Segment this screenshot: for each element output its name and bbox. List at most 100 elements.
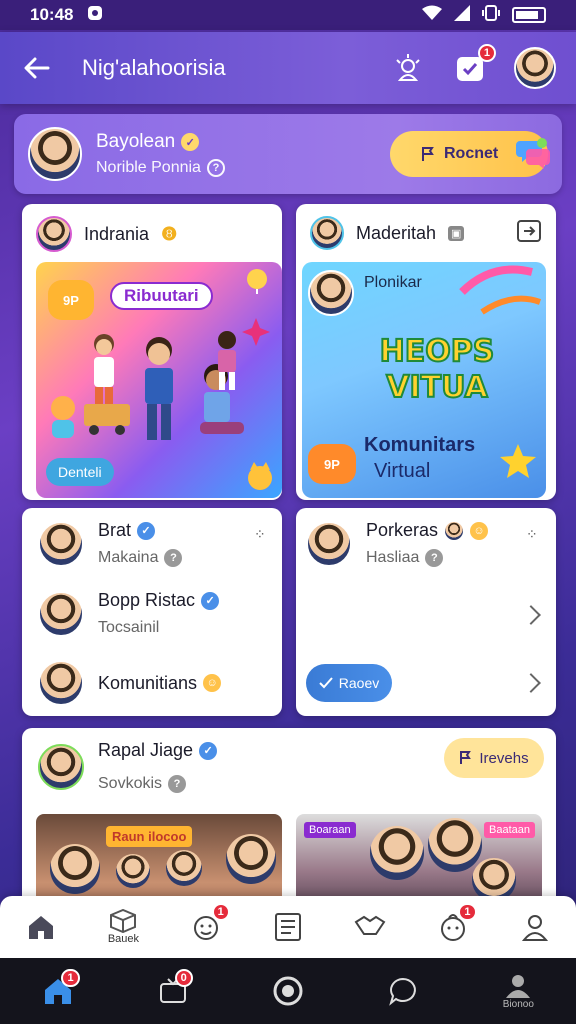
notification-badge: 1 xyxy=(477,44,496,62)
photo-sign: Raun ilocoo xyxy=(106,826,193,847)
lamp-button[interactable] xyxy=(390,50,426,86)
post-sub: Sovkokis xyxy=(98,775,163,792)
app-bar: Nig'alаhoorisia 1 xyxy=(0,32,576,104)
tab-badge: 1 xyxy=(211,903,230,921)
info-icon: ? xyxy=(164,549,183,567)
member-name: Porkeras xyxy=(366,520,439,540)
list-item[interactable]: Komunitians ☺ xyxy=(38,660,222,706)
balloon-icon xyxy=(247,269,267,294)
share-button[interactable] xyxy=(516,219,542,248)
smile-icon: ☺ xyxy=(203,674,222,692)
notification-status-icon xyxy=(87,5,103,26)
status-time: 10:48 xyxy=(30,5,74,24)
child-figure-icon xyxy=(145,337,173,440)
nav-record[interactable] xyxy=(258,963,318,1019)
nav-tv[interactable]: 0 xyxy=(143,963,203,1019)
member-avatar xyxy=(38,590,84,637)
star-burst-icon xyxy=(242,318,270,346)
user-avatar[interactable] xyxy=(514,47,556,89)
person-figure xyxy=(370,826,424,880)
verified-icon: ✓ xyxy=(137,521,156,540)
banner-subtitle-1: Komunitars xyxy=(364,434,476,456)
banner-headline: HEOPS VITUA xyxy=(342,333,532,406)
more-icon[interactable]: ⁘ xyxy=(526,526,538,543)
chat-icon xyxy=(389,977,417,1006)
post-author[interactable]: Rapal Jiage ✓ Sovkokis? xyxy=(38,740,218,793)
record-icon xyxy=(273,976,303,1006)
info-icon: ? xyxy=(168,775,187,793)
page-title: Nig'alаhoorisia xyxy=(82,55,226,80)
tab-badge: 1 xyxy=(458,903,477,921)
nav-profile[interactable]: Bionoo xyxy=(488,963,548,1019)
post-action-label: Irevehs xyxy=(479,749,529,767)
calendar-check-button[interactable]: 1 xyxy=(452,44,496,86)
member-avatar xyxy=(38,660,84,706)
list-item[interactable]: Porkeras ☺ Hasliaa? xyxy=(306,520,489,567)
mini-avatar xyxy=(444,520,465,541)
post-banner[interactable]: Plonikar HEOPS VITUA 9P Komunitars Virtu… xyxy=(302,262,546,498)
member-name: Brat xyxy=(98,520,132,540)
person-figure xyxy=(166,850,202,886)
chevron-right-icon[interactable] xyxy=(521,673,541,693)
follow-button[interactable]: Raoev xyxy=(306,664,392,702)
status-bar: 10:48 xyxy=(0,0,576,30)
profile-action-label: Rocnet xyxy=(444,145,499,162)
tab-profile[interactable] xyxy=(507,901,563,953)
nav-badge: 1 xyxy=(61,969,80,987)
family-photo-avatar xyxy=(308,270,354,316)
author-name: Rapal Jiage xyxy=(98,740,194,760)
tab-box[interactable]: Bauek xyxy=(95,901,151,953)
profile-name: Bayolean xyxy=(96,131,176,152)
author-avatar xyxy=(310,216,344,250)
member-avatar xyxy=(306,520,352,567)
tag-icon: ▣ xyxy=(448,225,465,241)
nav-chat[interactable] xyxy=(373,963,433,1019)
member-detail-card: Porkeras ☺ Hasliaa? ⁘ Raoev xyxy=(296,508,556,716)
post-banner[interactable]: 9P Ribuutari Denteli xyxy=(36,262,282,498)
profile-icon xyxy=(506,974,531,998)
profile-action-button[interactable]: Rocnet xyxy=(390,131,550,177)
tab-home[interactable] xyxy=(13,901,69,953)
tab-kids[interactable]: 1 xyxy=(178,901,234,953)
banner-small-title: Plonikar xyxy=(364,274,422,291)
signal-icon xyxy=(454,4,470,26)
share-icon xyxy=(517,219,541,242)
author-avatar xyxy=(36,216,72,252)
list-item[interactable]: Bopp Ristac ✓ Tocsainil xyxy=(38,590,220,637)
person-figure xyxy=(428,818,482,872)
badge-icon: ❽ xyxy=(161,223,178,244)
more-icon[interactable]: ⁘ xyxy=(254,526,266,543)
details-button[interactable]: Denteli xyxy=(46,458,114,486)
profile-subtitle: Norible Ponnia xyxy=(96,159,201,176)
follow-label: Raoev xyxy=(338,675,380,691)
post-card-left[interactable]: Indrania ❽ 9P Ribuutari Denteli xyxy=(22,204,282,500)
banner-headline-line1: HEOPS xyxy=(379,333,496,370)
tab-baby[interactable]: 1 xyxy=(425,901,481,953)
person-figure xyxy=(226,834,276,884)
profile-card[interactable]: Bayolean ✓ Norible Ponnia ? Rocnet xyxy=(14,114,562,194)
back-button[interactable] xyxy=(20,51,54,85)
author-name: Indrania xyxy=(84,223,150,244)
list-item[interactable]: Brat ✓ Makaina? xyxy=(38,520,183,567)
tab-community[interactable] xyxy=(342,901,398,953)
flag-icon xyxy=(422,147,434,161)
child-figure-icon xyxy=(218,331,236,390)
tab-label: Bauek xyxy=(107,933,140,945)
check-icon xyxy=(319,677,333,689)
post-action-button[interactable]: Irevehs xyxy=(444,738,544,778)
system-nav-bar: 1 0 Bionoo xyxy=(0,958,576,1024)
chevron-right-icon[interactable] xyxy=(521,605,541,625)
cat-toy-icon xyxy=(248,462,272,490)
bottom-tab-bar: Bauek 1 1 xyxy=(0,896,576,958)
tab-documents[interactable] xyxy=(260,901,316,953)
person-figure xyxy=(50,844,100,894)
person-figure xyxy=(116,854,150,888)
chat-bubbles-icon xyxy=(516,138,550,169)
handshake-icon xyxy=(354,915,386,935)
nav-home[interactable]: 1 xyxy=(28,963,88,1019)
lamp-icon xyxy=(396,54,420,81)
post-card-right[interactable]: Maderitah ▣ Plonikar HEOPS VITUA 9P Komu… xyxy=(296,204,556,500)
flag-icon xyxy=(460,751,472,764)
banner-title: Ribuutari xyxy=(110,282,213,310)
photo-sign: Baataan xyxy=(484,822,535,838)
